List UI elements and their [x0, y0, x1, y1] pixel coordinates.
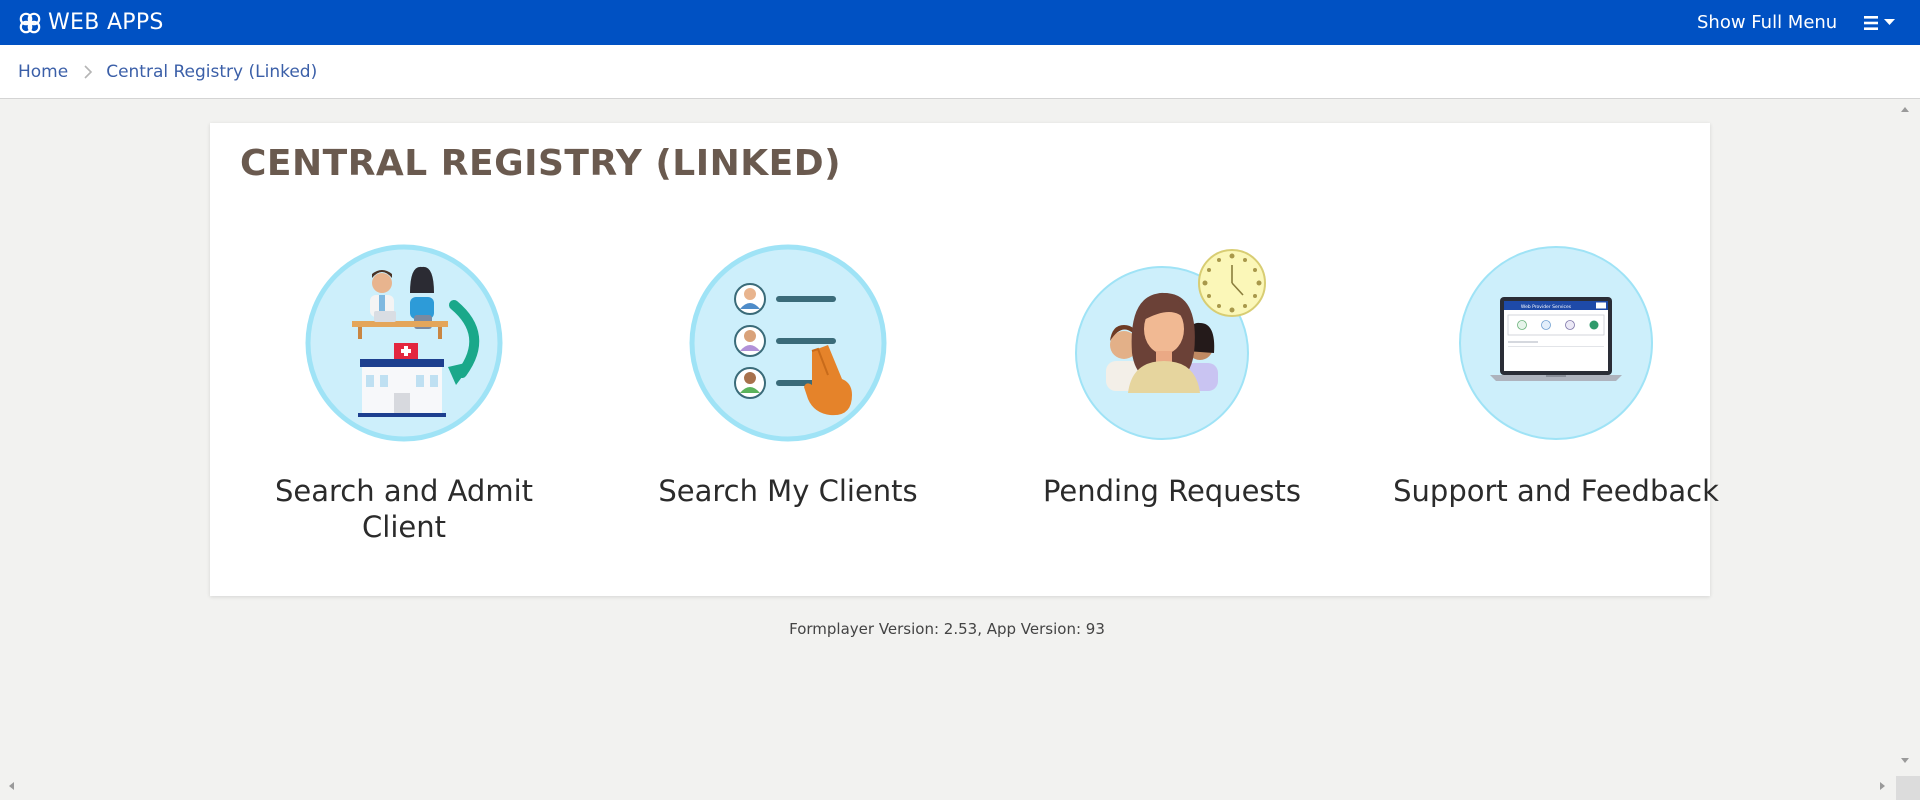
tile-label-search-and-admit-client: Search and Admit Client: [274, 474, 534, 544]
chevron-right-icon: [82, 64, 94, 79]
client-list-icon: [689, 244, 887, 442]
app-menu-card: CENTRAL REGISTRY (LINKED) Search and Adm…: [210, 123, 1719, 596]
tile-support-and-feedback[interactable]: Web Provider Services Support and Feedba…: [1386, 243, 1726, 563]
scroll-up-arrow[interactable]: [1899, 104, 1911, 116]
brand-link[interactable]: WEB APPS: [18, 10, 164, 35]
commcare-logo-icon: [19, 12, 41, 33]
tile-label-search-my-clients: Search My Clients: [658, 474, 918, 508]
tile-search-and-admit-client[interactable]: Search and Admit Client: [234, 243, 574, 563]
laptop-support-icon: Web Provider Services: [1459, 246, 1653, 440]
pending-requests-icon: [1075, 249, 1266, 440]
menu-dropdown-button[interactable]: [1862, 14, 1898, 32]
scrollbar-corner: [1896, 776, 1920, 800]
hospital-admit-icon: [305, 244, 503, 442]
scroll-left-arrow[interactable]: [6, 780, 18, 792]
breadcrumb: Home Central Registry (Linked): [0, 45, 1920, 99]
scroll-right-arrow[interactable]: [1876, 780, 1888, 792]
tile-label-pending-requests: Pending Requests: [1042, 474, 1302, 508]
show-full-menu-link[interactable]: Show Full Menu: [1697, 0, 1837, 45]
tile-search-my-clients[interactable]: Search My Clients: [618, 243, 958, 563]
page-title: CENTRAL REGISTRY (LINKED): [240, 143, 842, 184]
caret-down-icon: [1884, 19, 1895, 25]
hamburger-icon: [1864, 16, 1895, 30]
brand-title: WEB APPS: [48, 10, 164, 35]
scroll-down-arrow[interactable]: [1899, 754, 1911, 766]
laptop-screen-title: Web Provider Services: [1521, 304, 1572, 310]
breadcrumb-current[interactable]: Central Registry (Linked): [106, 62, 317, 82]
breadcrumb-home[interactable]: Home: [18, 62, 68, 82]
tile-label-support-and-feedback: Support and Feedback: [1393, 474, 1719, 508]
tile-pending-requests[interactable]: Pending Requests: [1002, 243, 1342, 563]
version-footer: Formplayer Version: 2.53, App Version: 9…: [789, 620, 1105, 638]
top-navbar: WEB APPS Show Full Menu: [0, 0, 1920, 45]
